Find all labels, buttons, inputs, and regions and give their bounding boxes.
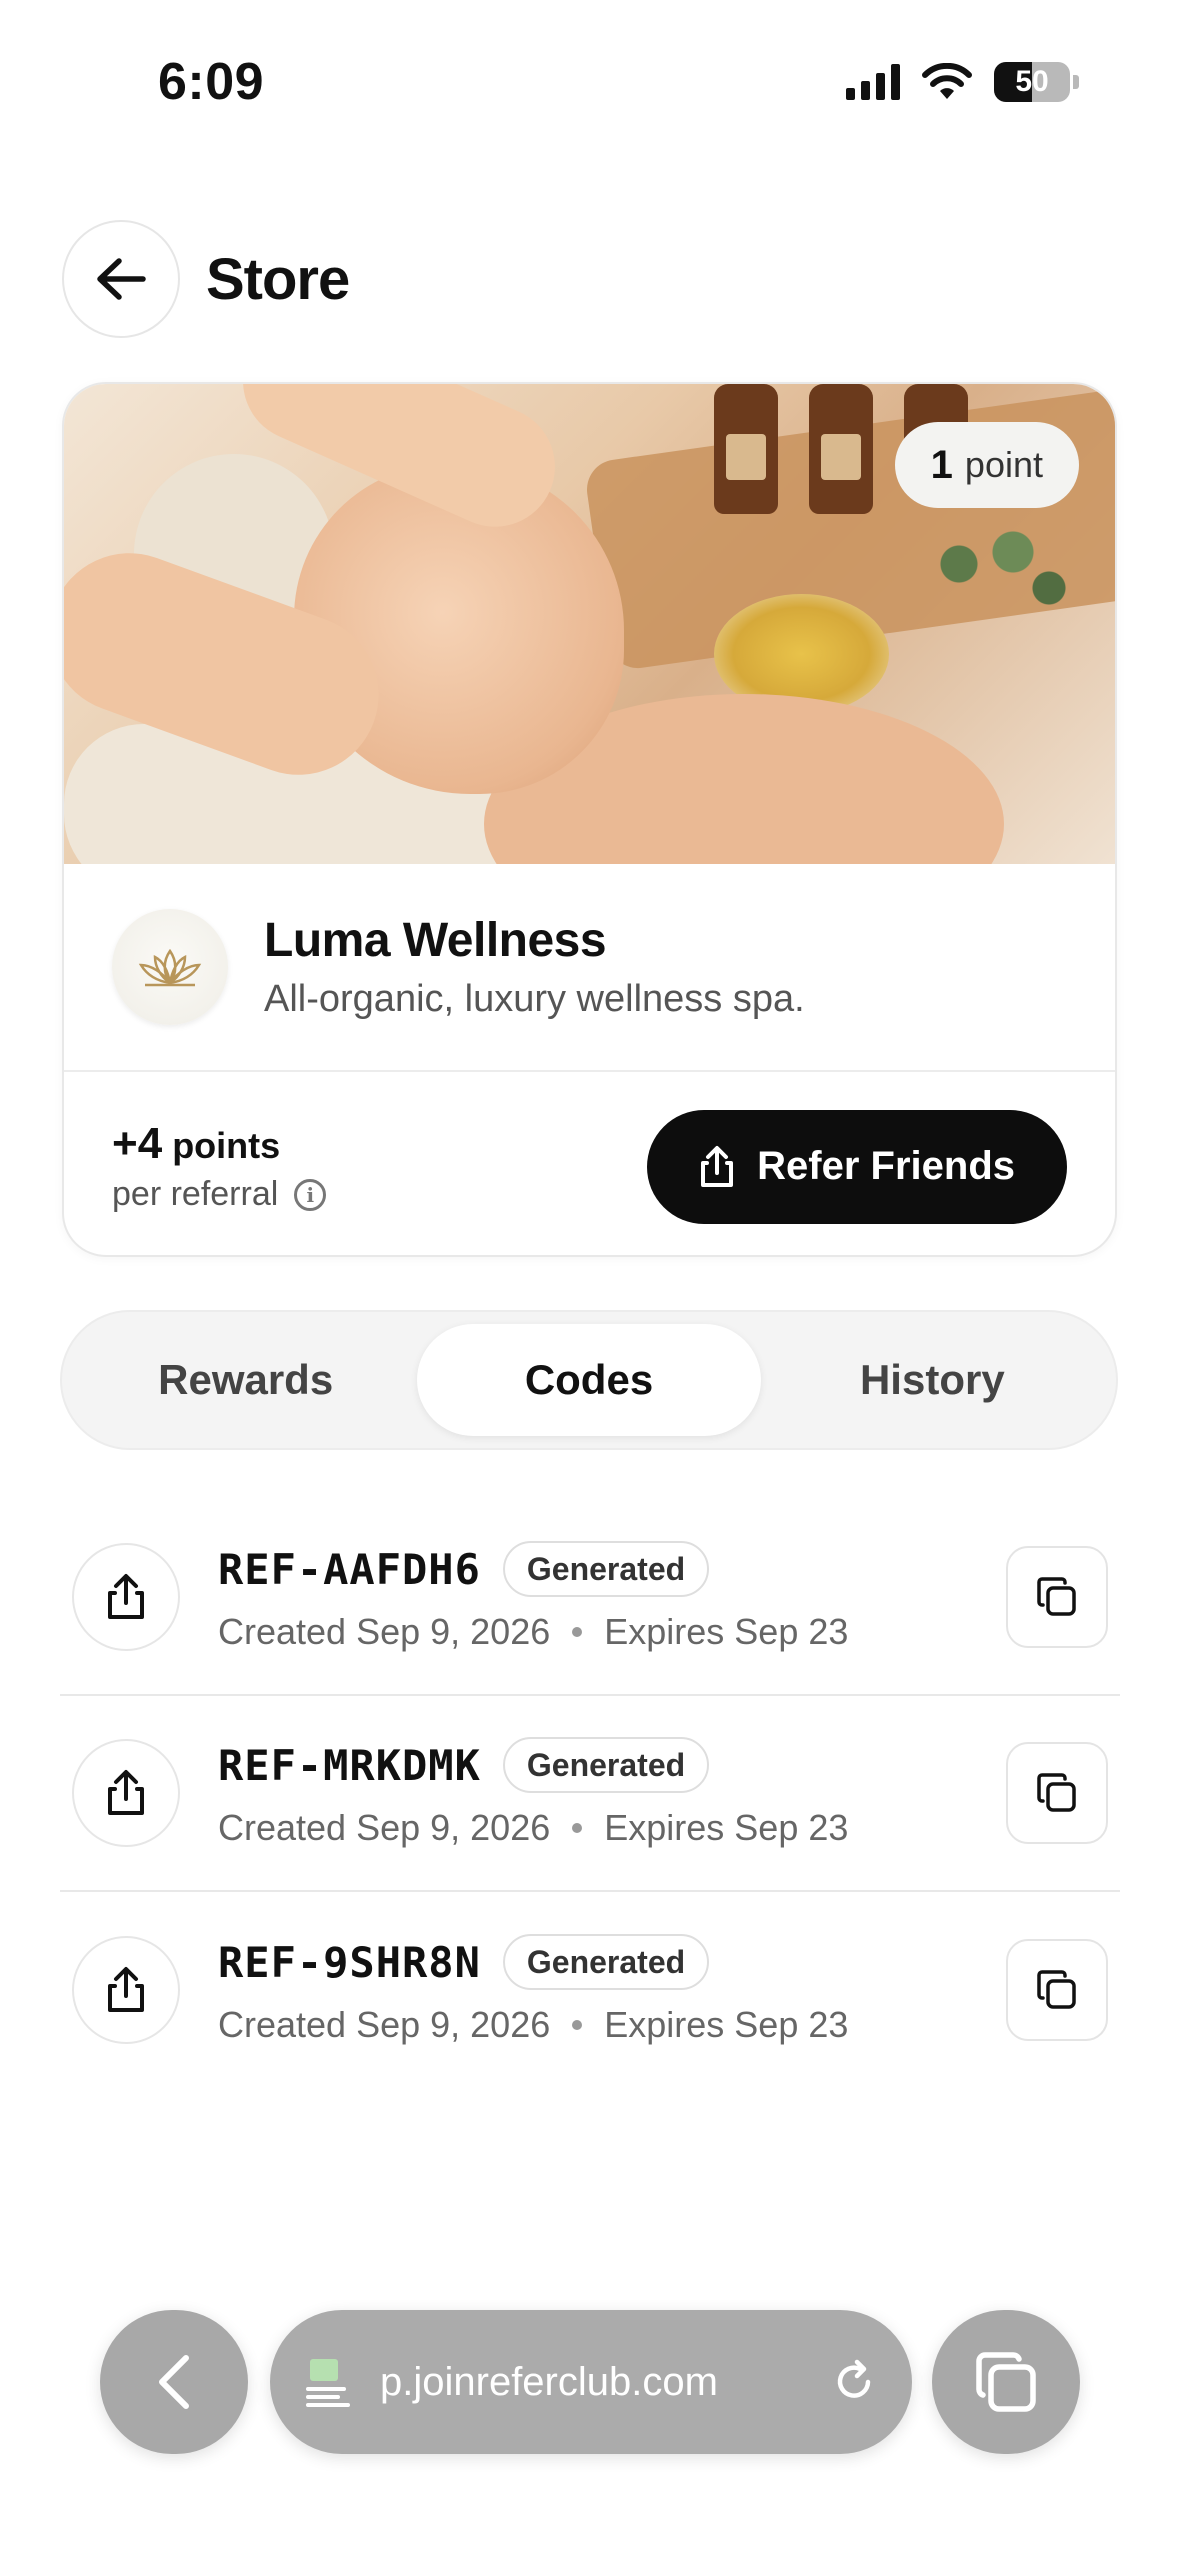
cellular-signal-icon (846, 64, 900, 100)
status-time: 6:09 (158, 53, 265, 111)
expires-date: Expires Sep 23 (604, 1611, 849, 1652)
share-icon (108, 1967, 144, 2012)
refer-friends-label: Refer Friends (757, 1144, 1015, 1188)
store-info: Luma Wellness All-organic, luxury wellne… (64, 864, 1115, 1072)
share-icon (701, 1145, 734, 1187)
referral-code: REF-MRKDMK (218, 1740, 481, 1790)
reader-mode-icon[interactable] (304, 2355, 358, 2409)
code-row: REF-MRKDMK Generated Created Sep 9, 2026… (60, 1696, 1120, 1892)
separator-dot (572, 2020, 583, 2030)
code-row: REF-AAFDH6 Generated Created Sep 9, 2026… (60, 1500, 1120, 1696)
share-code-button[interactable] (72, 1936, 180, 2044)
battery-icon: 50 (994, 62, 1070, 102)
created-date: Created Sep 9, 2026 (218, 1611, 551, 1652)
separator-dot (572, 1627, 583, 1637)
browser-back-button[interactable] (100, 2310, 248, 2454)
browser-toolbar: p.joinreferclub.com (100, 2310, 1080, 2454)
tab-rewards[interactable]: Rewards (74, 1324, 417, 1436)
browser-tabs-button[interactable] (932, 2310, 1080, 2454)
info-icon[interactable]: i (294, 1178, 327, 1211)
points-cost-number: 1 (930, 442, 953, 487)
refer-friends-button[interactable]: Refer Friends (647, 1109, 1067, 1224)
share-code-button[interactable] (72, 1543, 180, 1651)
status-badge: Generated (502, 1737, 710, 1793)
created-date: Created Sep 9, 2026 (218, 1807, 551, 1848)
store-card[interactable]: 1 point Luma Wellness All-organic, luxur… (62, 382, 1117, 1257)
reload-icon[interactable] (830, 2358, 878, 2406)
tabs-icon (976, 2352, 1036, 2412)
address-bar[interactable]: p.joinreferclub.com (270, 2310, 912, 2454)
created-date: Created Sep 9, 2026 (218, 2004, 551, 2045)
battery-level: 50 (1015, 65, 1049, 98)
expires-date: Expires Sep 23 (604, 2004, 849, 2045)
status-badge: Generated (502, 1934, 710, 1990)
referral-code: REF-9SHR8N (218, 1937, 481, 1987)
status-badge: Generated (502, 1541, 710, 1597)
status-icons: 50 (846, 62, 1079, 102)
referral-points: +4 points (112, 1119, 326, 1169)
expires-date: Expires Sep 23 (604, 1807, 849, 1848)
chevron-left-icon (159, 2355, 189, 2409)
share-code-button[interactable] (72, 1739, 180, 1847)
store-hero-image: 1 point (64, 384, 1115, 864)
referral-subtitle: per referral i (112, 1175, 327, 1214)
store-name: Luma Wellness (264, 914, 607, 967)
tab-history[interactable]: History (761, 1324, 1104, 1436)
page-title: Store (206, 246, 350, 312)
referral-row: +4 points per referral i Refer Friends (64, 1074, 1115, 1255)
copy-icon (1037, 1970, 1076, 2009)
share-icon (108, 1574, 144, 1619)
referral-sub-label: per referral (112, 1175, 279, 1213)
page-header: Store (62, 220, 350, 338)
store-description: All-organic, luxury wellness spa. (264, 978, 805, 1020)
arrow-left-icon (97, 258, 146, 300)
tab-codes[interactable]: Codes (417, 1324, 761, 1436)
points-cost-badge: 1 point (894, 422, 1079, 508)
code-row: REF-9SHR8N Generated Created Sep 9, 2026… (60, 1892, 1120, 2088)
referral-points-value: +4 (112, 1119, 163, 1168)
copy-code-button[interactable] (1006, 1546, 1108, 1648)
copy-code-button[interactable] (1006, 1939, 1108, 2041)
back-button[interactable] (62, 220, 180, 338)
copy-icon (1037, 1577, 1076, 1616)
referral-code: REF-AAFDH6 (218, 1544, 481, 1594)
copy-icon (1037, 1773, 1076, 1812)
wifi-icon (922, 63, 972, 99)
separator-dot (572, 1823, 583, 1833)
referral-points-unit: points (172, 1125, 281, 1166)
url-text: p.joinreferclub.com (380, 2359, 718, 2404)
lotus-logo-icon (112, 909, 228, 1025)
codes-list: REF-AAFDH6 Generated Created Sep 9, 2026… (60, 1500, 1120, 2088)
share-icon (108, 1770, 144, 1815)
status-bar: 6:09 50 (0, 0, 1179, 150)
tab-bar: Rewards Codes History (60, 1310, 1118, 1450)
copy-code-button[interactable] (1006, 1742, 1108, 1844)
points-cost-unit: point (964, 444, 1043, 485)
